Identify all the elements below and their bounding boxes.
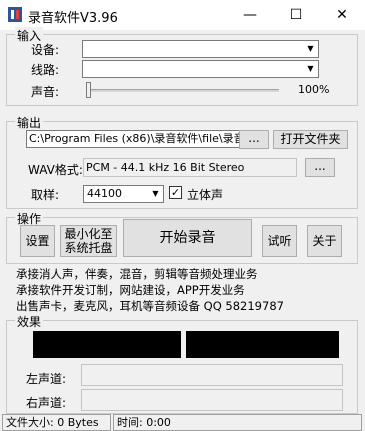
about-button[interactable]: 关于 [307,225,342,257]
start-recording-button[interactable]: 开始录音 [123,219,252,257]
output-path-field[interactable]: C:\Program Files (x86)\录音软件\file\录音 [26,130,263,148]
stereo-label: 立体声 [187,188,224,202]
status-time: 时间: 0:00 [113,414,362,431]
output-group-label: 输出 [15,114,44,131]
wav-format-label: WAV格式: [28,163,83,177]
close-button[interactable]: ✕ [319,0,365,30]
sample-rate-select[interactable]: 44100 ▼ [83,185,164,203]
device-select[interactable]: ▼ [82,40,319,58]
left-channel-label: 左声道: [26,372,67,386]
volume-slider-thumb[interactable] [86,82,91,98]
window-title: 录音软件V3.96 [28,11,118,26]
minimize-button[interactable]: — [227,0,273,30]
wav-format-button[interactable]: ... [305,158,335,177]
wav-format-field: PCM - 44.1 kHz 16 Bit Stereo [83,158,297,177]
right-channel-bar [81,389,343,411]
chevron-down-icon: ▼ [307,64,314,73]
maximize-button[interactable]: ☐ [273,0,319,30]
effects-group-label: 效果 [15,313,44,330]
volume-percent: 100% [298,83,330,96]
chevron-down-icon: ▼ [152,189,159,198]
sample-rate-label: 取样: [31,188,60,202]
title-bar: 录音软件V3.96 — ☐ ✕ [0,0,365,30]
info-line-1: 承接消人声，伴奏，混音，剪辑等音频处理业务 [16,267,258,281]
right-channel-label: 右声道: [26,396,67,410]
stereo-checkbox[interactable]: ✓ [169,186,182,199]
info-line-2: 承接软件开发订制，网站建设，APP开发业务 [16,283,245,297]
settings-button[interactable]: 设置 [20,225,55,257]
info-line-3: 出售声卡，麦克风，耳机等音频设备 QQ 58219787 [16,299,284,313]
volume-label: 声音: [31,85,60,99]
browse-path-button[interactable]: ... [239,130,269,149]
left-channel-bar [81,364,343,386]
line-label: 线路: [31,63,60,77]
chevron-down-icon: ▼ [307,44,314,53]
app-icon [8,7,22,22]
line-select[interactable]: ▼ [82,60,319,78]
volume-slider-track[interactable] [89,89,279,92]
device-label: 设备: [31,43,60,57]
right-level-meter [186,331,339,358]
minimize-to-tray-button[interactable]: 最小化至 系统托盘 [60,225,117,257]
open-folder-button[interactable]: 打开文件夹 [273,130,348,149]
listen-button[interactable]: 试听 [262,225,297,257]
status-file-size: 文件大小: 0 Bytes [2,414,111,431]
left-level-meter [33,331,181,358]
